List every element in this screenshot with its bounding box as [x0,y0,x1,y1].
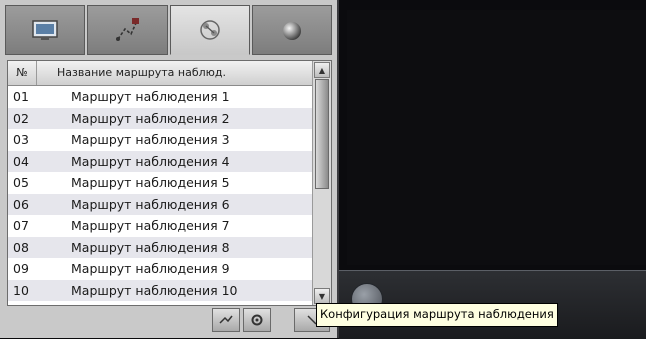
monitor-icon [32,20,58,40]
route-name: Маршрут наблюдения 8 [71,239,230,255]
table-row[interactable]: 10 Маршрут наблюдения 10 [8,279,312,301]
tab-ball[interactable] [251,5,332,55]
vertical-scrollbar[interactable]: ▲ ▼ [312,61,331,305]
route-name: Маршрут наблюдения 1 [71,89,230,105]
route-list: № Название маршрута наблюд. 01 Маршрут на… [7,60,332,306]
tab-bar [5,5,332,55]
tooltip: Конфигурация маршрута наблюдения [316,303,558,327]
table-row[interactable]: 04 Маршрут наблюдения 4 [8,150,312,172]
route-config-icon [199,20,220,40]
video-view [347,10,646,265]
video-panel [337,0,646,339]
route-number: 10 [13,282,29,298]
edit-route-button[interactable] [212,308,240,332]
table-row[interactable]: 03 Маршрут наблюдения 3 [8,129,312,151]
route-name: Маршрут наблюдения 9 [71,261,230,277]
route-name: Маршрут наблюдения 3 [71,132,230,148]
route-name: Маршрут наблюдения 5 [71,175,230,191]
settings-gear-icon [251,314,263,326]
route-number: 04 [13,153,29,169]
route-name: Маршрут наблюдения 10 [71,282,238,298]
route-name: Маршрут наблюдения 4 [71,153,230,169]
edit-route-icon [219,315,233,324]
scroll-up-button[interactable]: ▲ [314,62,330,78]
route-number: 08 [13,239,29,255]
table-row[interactable]: 08 Маршрут наблюдения 8 [8,236,312,258]
route-panel: № Название маршрута наблюд. 01 Маршрут на… [0,0,337,338]
route-name: Маршрут наблюдения 7 [71,218,230,234]
route-number: 09 [13,261,29,277]
table-header: № Название маршрута наблюд. [8,61,312,86]
tab-monitor[interactable] [5,5,86,55]
route-name: Маршрут наблюдения 2 [71,110,230,126]
ball-icon [282,22,301,40]
route-rows: 01 Маршрут наблюдения 1 02 Маршрут наблюден… [8,86,312,301]
table-row[interactable]: 06 Маршрут наблюдения 6 [8,193,312,215]
route-number: 05 [13,175,29,191]
route-number: 06 [13,196,29,212]
table-row[interactable]: 07 Маршрут наблюдения 7 [8,215,312,237]
header-number[interactable]: № [8,61,37,85]
scroll-thumb[interactable] [315,79,329,189]
table-row[interactable]: 09 Маршрут наблюдения 9 [8,258,312,280]
header-route-name[interactable]: Название маршрута наблюд. [37,61,226,85]
tab-route-map[interactable] [87,5,168,55]
route-number: 07 [13,218,29,234]
tab-route-config[interactable] [169,5,250,55]
table-row[interactable]: 01 Маршрут наблюдения 1 [8,86,312,108]
table-row[interactable]: 05 Маршрут наблюдения 5 [8,172,312,194]
table-row[interactable]: 02 Маршрут наблюдения 2 [8,107,312,129]
route-number: 01 [13,89,29,105]
route-number: 02 [13,110,29,126]
route-name: Маршрут наблюдения 6 [71,196,230,212]
route-map-icon [116,18,140,41]
route-toolbar [7,306,330,334]
route-number: 03 [13,132,29,148]
scroll-down-button[interactable]: ▼ [314,288,330,304]
settings-button[interactable] [243,308,271,332]
